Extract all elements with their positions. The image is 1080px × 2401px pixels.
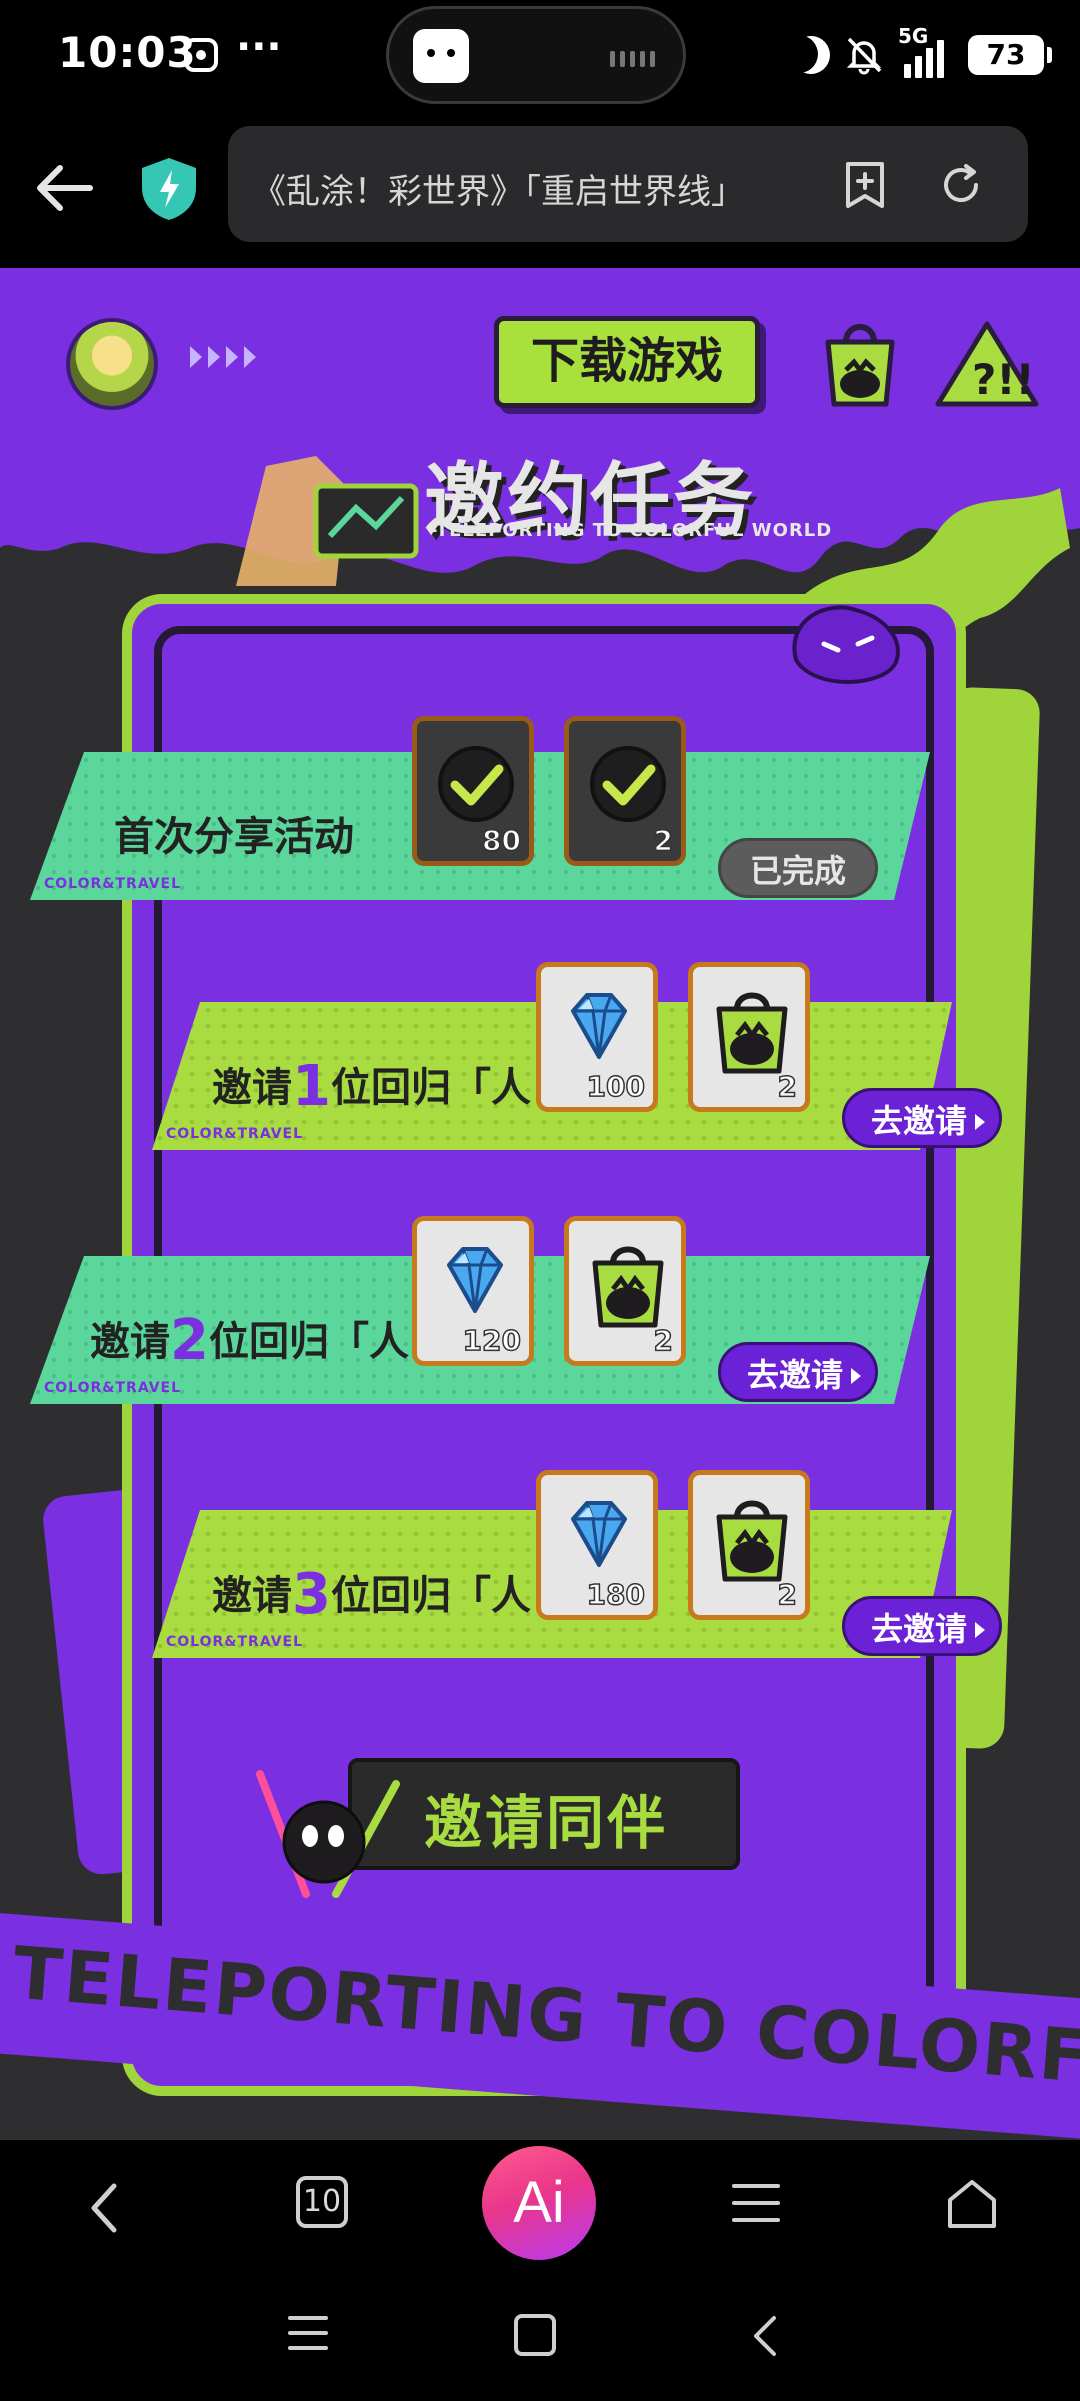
arrow-right-icon <box>975 1114 986 1130</box>
home-icon[interactable] <box>944 2176 1000 2232</box>
download-game-button[interactable]: 下载游戏 <box>494 316 760 408</box>
check-token-icon <box>438 746 514 822</box>
island-app-icon <box>413 29 469 83</box>
reward-count: 2 <box>777 1577 798 1612</box>
security-shield-icon[interactable] <box>138 156 200 222</box>
arrow-right-icon <box>975 1622 986 1638</box>
back-chevron-icon[interactable] <box>80 2178 130 2238</box>
audio-wave-icon <box>610 51 655 67</box>
paint-bag-icon <box>716 992 788 1074</box>
reward-count: 180 <box>586 1577 646 1612</box>
notice-warning-icon[interactable]: ?!! <box>932 318 1042 410</box>
task-row-first-share: 首次分享活动 COLOR&TRAVEL 80 2 已完成 <box>30 716 930 900</box>
status-bar: 10:03 ··· 5G 73 <box>0 0 1080 110</box>
brand-tag: COLOR&TRAVEL <box>44 876 182 892</box>
game-header: 下载游戏 ?!! <box>0 268 1080 448</box>
task-label: 邀请3位回归「人!」 <box>212 1562 589 1627</box>
task-label: 邀请2位回归「人!」 <box>90 1308 467 1373</box>
dynamic-island[interactable] <box>386 6 686 104</box>
reward-item: 2 <box>688 1470 810 1620</box>
purple-blob-mascot <box>792 605 900 684</box>
completed-button[interactable]: 已完成 <box>718 838 878 898</box>
reward-count: 120 <box>462 1323 522 1358</box>
diamond-gem-icon <box>571 1501 627 1567</box>
clock: 10:03 <box>58 28 197 77</box>
add-bookmark-icon[interactable] <box>840 160 890 210</box>
reward-item: 2 <box>564 1216 686 1366</box>
label-number: 1 <box>292 1054 331 1119</box>
system-nav-bar <box>0 2270 1080 2401</box>
invite-partner-button[interactable]: 邀请同伴 <box>348 1758 740 1870</box>
label-prefix: 邀请 <box>212 1573 292 1619</box>
shopping-bag-icon[interactable] <box>820 312 900 412</box>
paint-bag-icon <box>716 1500 788 1582</box>
reload-icon[interactable] <box>936 160 986 210</box>
reward-count: 2 <box>653 1323 674 1358</box>
reward-item: 2 <box>688 962 810 1112</box>
nav-back-icon[interactable] <box>748 2312 780 2360</box>
reward-item: 120 <box>412 1216 534 1366</box>
diamond-gem-icon <box>571 993 627 1059</box>
character-illustration <box>236 456 419 586</box>
page-title-text: 《乱涂！彩世界》「重启世界线」 <box>252 172 745 212</box>
task-row-invite-2: 邀请2位回归「人!」 COLOR&TRAVEL 120 2 去邀请 <box>30 1216 930 1404</box>
tabs-button[interactable]: 10 <box>296 2176 348 2228</box>
url-fade <box>728 146 808 222</box>
recent-apps-icon[interactable] <box>288 2316 328 2356</box>
menu-icon[interactable] <box>732 2184 780 2224</box>
reward-item: 80 <box>412 716 534 866</box>
reward-count: 100 <box>586 1069 646 1104</box>
invite-button[interactable]: 去邀请 <box>842 1088 1002 1148</box>
invite-partner-label: 邀请同伴 <box>424 1789 669 1857</box>
reward-count: 80 <box>481 823 521 858</box>
do-not-disturb-icon <box>787 31 836 80</box>
reward-count: 2 <box>653 823 674 858</box>
check-token-icon <box>590 746 666 822</box>
paint-bag-icon <box>592 1246 664 1328</box>
brand-tag: COLOR&TRAVEL <box>166 1634 304 1650</box>
svg-text:?!!: ?!! <box>972 355 1035 404</box>
brand-tag: COLOR&TRAVEL <box>166 1126 304 1142</box>
reward-item: 180 <box>536 1470 658 1620</box>
reward-item: 2 <box>564 716 686 866</box>
cellular-signal-icon: 5G <box>898 24 954 80</box>
home-square-icon[interactable] <box>514 2314 556 2356</box>
invite-button-label: 去邀请 <box>871 1102 968 1140</box>
user-avatar[interactable] <box>66 318 158 410</box>
invite-button[interactable]: 去邀请 <box>842 1596 1002 1656</box>
section-subtitle: -TELEPORTING TO COLORFUL WORLD <box>430 520 833 541</box>
url-field[interactable]: 《乱涂！彩世界》「重启世界线」 <box>228 126 1028 242</box>
arrows-decoration-icon <box>190 346 256 368</box>
status-icons: 5G 73 <box>792 24 1052 80</box>
invite-button-label: 去邀请 <box>747 1356 844 1394</box>
invite-button-label: 去邀请 <box>871 1610 968 1648</box>
label-number: 2 <box>170 1308 209 1373</box>
task-label: 邀请1位回归「人!」 <box>212 1054 589 1119</box>
muted-bell-icon <box>846 37 882 75</box>
browser-address-bar: 《乱涂！彩世界》「重启世界线」 <box>0 110 1080 268</box>
reward-count: 2 <box>777 1069 798 1104</box>
label-prefix: 邀请 <box>90 1319 170 1365</box>
arrow-right-icon <box>851 1368 862 1384</box>
battery-icon: 73 <box>968 35 1052 75</box>
more-notifications-icon: ··· <box>236 24 282 70</box>
notification-app-icon <box>184 38 218 72</box>
ai-assistant-button[interactable]: Ai <box>482 2146 596 2260</box>
label-number: 3 <box>292 1562 331 1627</box>
brand-tag: COLOR&TRAVEL <box>44 1380 182 1396</box>
back-arrow-icon[interactable] <box>30 150 106 226</box>
web-content: 下载游戏 ?!! 邀约任务 -TELEPORTING TO COLORFUL W… <box>0 268 1080 2140</box>
mascot-lightsaber-icon <box>256 1770 400 1898</box>
task-row-invite-1: 邀请1位回归「人!」 COLOR&TRAVEL 100 2 去邀请 <box>152 962 1002 1150</box>
task-row-invite-3: 邀请3位回归「人!」 COLOR&TRAVEL 180 2 去邀请 <box>152 1470 1002 1658</box>
reward-item: 100 <box>536 962 658 1112</box>
label-prefix: 邀请 <box>212 1065 292 1111</box>
diamond-gem-icon <box>447 1247 503 1313</box>
browser-toolbar: 10 Ai <box>0 2140 1080 2270</box>
screen: 10:03 ··· 5G 73 《乱涂！彩世界》「重启世界线」 下载游戏 ?!!… <box>0 0 1080 2401</box>
invite-button[interactable]: 去邀请 <box>718 1342 878 1402</box>
task-label: 首次分享活动 <box>114 814 354 860</box>
